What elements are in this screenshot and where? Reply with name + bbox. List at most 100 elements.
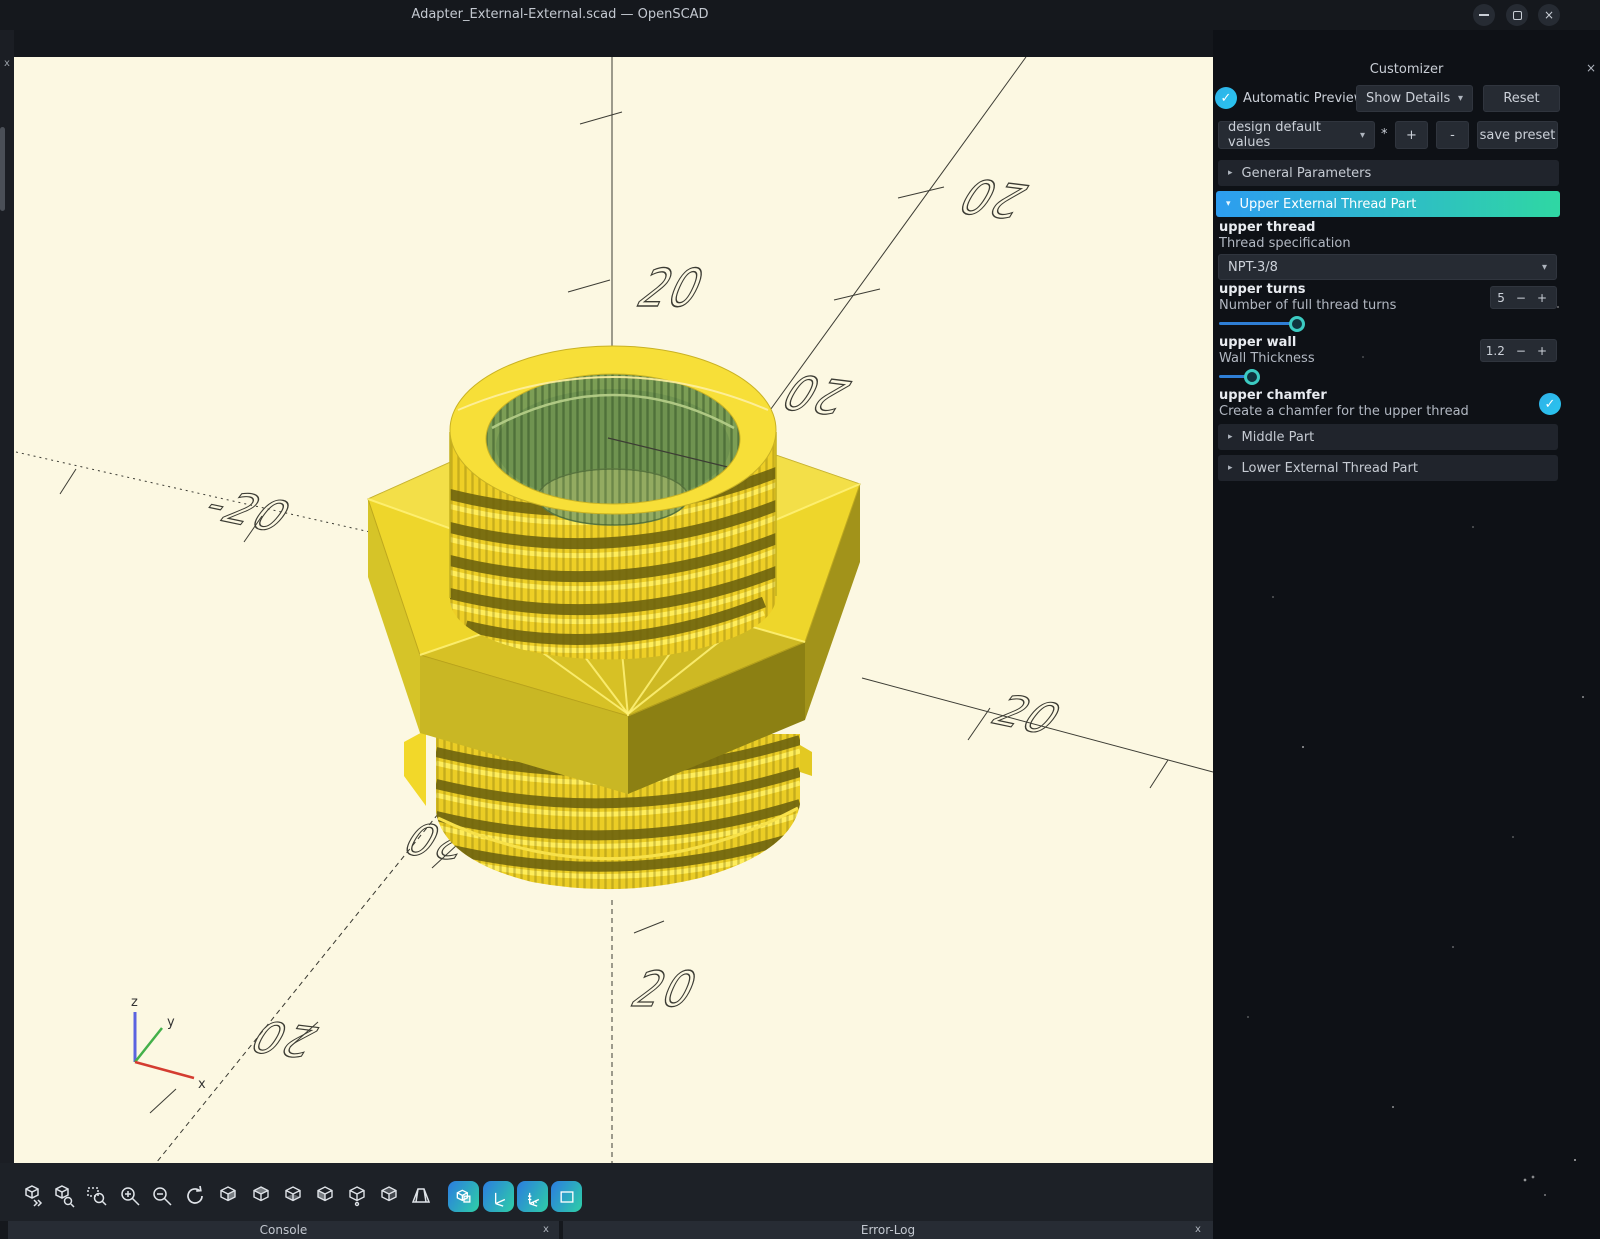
upper-thread-value: NPT-3/8 xyxy=(1228,260,1278,275)
upper-wall-spinbox[interactable]: 1.2 − + xyxy=(1480,339,1557,362)
plus-icon[interactable]: + xyxy=(1537,344,1547,358)
upper-chamfer-checkbox[interactable]: ✓ xyxy=(1539,393,1561,415)
param-upper-wall-desc: Wall Thickness xyxy=(1219,351,1315,366)
orthogonal-view-toggle[interactable] xyxy=(551,1181,582,1212)
param-upper-turns-name: upper turns xyxy=(1219,282,1306,297)
show-axes-toggle[interactable] xyxy=(483,1181,514,1212)
show-edges-toggle[interactable] xyxy=(448,1181,479,1212)
axis-label-z-top: 20 xyxy=(629,258,716,318)
section-middle-label: Middle Part xyxy=(1242,430,1315,445)
section-general-label: General Parameters xyxy=(1242,166,1372,181)
view-back-icon[interactable] xyxy=(345,1184,369,1208)
minimize-button[interactable] xyxy=(1473,4,1495,26)
param-upper-wall-name: upper wall xyxy=(1219,335,1296,350)
upper-turns-value: 5 xyxy=(1497,291,1505,305)
check-icon: ✓ xyxy=(1545,397,1556,412)
param-upper-chamfer-name: upper chamfer xyxy=(1219,388,1327,403)
param-upper-chamfer-desc: Create a chamfer for the upper thread xyxy=(1219,404,1469,419)
triad-x-label: x xyxy=(198,1077,206,1092)
section-upper-label: Upper External Thread Part xyxy=(1240,197,1417,212)
reset-button-label: Reset xyxy=(1503,91,1539,106)
view-right-icon[interactable] xyxy=(216,1184,240,1208)
check-icon: ✓ xyxy=(1221,91,1232,106)
title-bar: Adapter_External-External.scad — OpenSCA… xyxy=(0,0,1600,30)
upper-turns-slider-knob[interactable] xyxy=(1289,316,1305,332)
axis-label-y-far: 20 xyxy=(948,167,1039,227)
orthogonal-view-icon xyxy=(557,1187,577,1207)
chevron-down-icon: ▾ xyxy=(1360,130,1365,141)
chevron-right-icon: ▸ xyxy=(1228,432,1233,442)
window-title: Adapter_External-External.scad — OpenSCA… xyxy=(0,0,1120,30)
customizer-panel: Customizer × ✓ Automatic Preview Show De… xyxy=(1213,30,1600,1239)
preset-dropdown-value: design default values xyxy=(1228,120,1360,150)
view-left-icon[interactable] xyxy=(313,1184,337,1208)
close-icon: × xyxy=(1544,8,1554,22)
zoom-out-icon[interactable] xyxy=(150,1184,174,1208)
section-general-parameters[interactable]: ▸ General Parameters xyxy=(1218,160,1559,186)
axis-label-x-pos: 20 xyxy=(981,686,1075,743)
triad-y-label: y xyxy=(167,1015,175,1030)
details-dropdown[interactable]: Show Details ▾ xyxy=(1356,85,1473,112)
remove-preset-label: - xyxy=(1450,128,1455,143)
viewport-3d[interactable]: 20 20 20 -20 20 20 20 20 xyxy=(14,57,1213,1163)
axis-label-z-bot: 20 xyxy=(623,962,708,1018)
zoom-in-icon[interactable] xyxy=(118,1184,142,1208)
section-upper-external-thread[interactable]: ▾ Upper External Thread Part xyxy=(1216,191,1560,217)
section-lower-label: Lower External Thread Part xyxy=(1242,461,1418,476)
param-upper-thread-desc: Thread specification xyxy=(1219,236,1351,251)
error-log-tab-label: Error-Log xyxy=(861,1223,915,1237)
view-toolbar xyxy=(0,1163,1213,1221)
console-tab[interactable]: Console x xyxy=(8,1221,559,1239)
show-scale-markers-toggle[interactable] xyxy=(517,1181,548,1212)
customizer-close-icon[interactable]: × xyxy=(1583,61,1599,77)
axis-label-y-neg-far: 20 xyxy=(239,1011,328,1067)
remove-preset-button[interactable]: - xyxy=(1436,121,1469,149)
viewport-canvas: 20 20 20 -20 20 20 20 20 xyxy=(14,57,1213,1163)
error-log-close-icon[interactable]: x xyxy=(1191,1221,1205,1239)
console-close-icon[interactable]: x xyxy=(539,1221,553,1239)
automatic-preview-checkbox[interactable]: ✓ xyxy=(1215,87,1237,109)
upper-wall-value: 1.2 xyxy=(1486,344,1505,358)
show-axes-icon xyxy=(489,1187,509,1207)
view-all-icon[interactable] xyxy=(21,1184,45,1208)
error-log-tab[interactable]: Error-Log x xyxy=(563,1221,1213,1239)
view-bottom-icon[interactable] xyxy=(281,1184,305,1208)
section-lower-external-thread[interactable]: ▸ Lower External Thread Part xyxy=(1218,455,1558,481)
view-diagonal-icon[interactable] xyxy=(377,1184,401,1208)
view-top-icon[interactable] xyxy=(249,1184,273,1208)
openscad-window: Adapter_External-External.scad — OpenSCA… xyxy=(0,0,1600,1239)
model-upper-thread xyxy=(448,346,778,675)
chevron-right-icon: ▸ xyxy=(1228,463,1233,473)
left-dock-close-button[interactable]: x xyxy=(0,58,14,69)
maximize-button[interactable] xyxy=(1506,4,1528,26)
reset-button[interactable]: Reset xyxy=(1483,85,1560,112)
upper-turns-slider-track[interactable] xyxy=(1219,322,1297,325)
preset-dropdown[interactable]: design default values ▾ xyxy=(1218,121,1375,149)
maximize-icon xyxy=(1513,11,1522,20)
automatic-preview-label: Automatic Preview xyxy=(1243,85,1364,112)
zoom-selection-icon[interactable] xyxy=(85,1184,109,1208)
upper-thread-dropdown[interactable]: NPT-3/8 ▾ xyxy=(1218,254,1557,280)
upper-wall-slider-knob[interactable] xyxy=(1244,369,1260,385)
section-middle-part[interactable]: ▸ Middle Part xyxy=(1218,424,1558,450)
chevron-down-icon: ▾ xyxy=(1542,262,1547,273)
upper-turns-spinbox[interactable]: 5 − + xyxy=(1490,286,1557,309)
plus-icon[interactable]: + xyxy=(1537,291,1547,305)
save-preset-label: save preset xyxy=(1480,128,1556,143)
param-upper-thread-name: upper thread xyxy=(1219,220,1315,235)
perspective-icon[interactable] xyxy=(409,1184,433,1208)
triad-z-label: z xyxy=(131,995,138,1010)
add-preset-button[interactable]: + xyxy=(1395,121,1428,149)
reset-view-icon[interactable] xyxy=(183,1184,207,1208)
left-scrollbar-thumb[interactable] xyxy=(0,127,5,211)
param-upper-turns-desc: Number of full thread turns xyxy=(1219,298,1396,313)
minus-icon[interactable]: − xyxy=(1516,344,1526,358)
minus-icon[interactable]: − xyxy=(1516,291,1526,305)
add-preset-label: + xyxy=(1406,128,1417,143)
zoom-all-icon[interactable] xyxy=(52,1184,76,1208)
axis-label-y-near: 20 xyxy=(771,363,862,423)
customizer-title: Customizer xyxy=(1213,62,1600,77)
console-tab-label: Console xyxy=(260,1223,308,1237)
save-preset-button[interactable]: save preset xyxy=(1477,121,1558,149)
close-button[interactable]: × xyxy=(1538,4,1560,26)
